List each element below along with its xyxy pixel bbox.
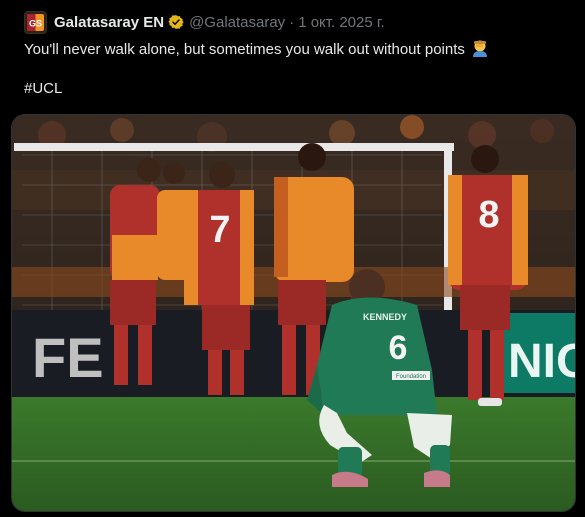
tweet-card[interactable]: GS Galatasaray EN @Galatasaray · 1 окт. … [0,0,585,517]
player-number-7: 7 [209,209,230,251]
player-number-8: 8 [478,194,499,236]
verified-badge-icon [168,14,184,30]
tweet-date[interactable]: 1 окт. 2025 г. [298,14,384,31]
author-name[interactable]: Galatasaray EN [54,14,164,31]
hashtag-link[interactable]: #UCL [24,80,62,97]
tweet-text: You'll never walk alone, but sometimes y… [24,39,573,60]
player-number-6: 6 [389,329,408,367]
sponsor-text: Foundation [396,374,426,380]
tweet-photo[interactable]: FE NIG 7 [11,114,576,512]
galatasaray-logo-icon[interactable]: GS [24,10,47,34]
header-separator: · [289,13,295,31]
match-photo: FE NIG 7 [12,115,576,511]
facepalm-emoji-icon [471,39,489,57]
ad-board-left-text: FE [32,326,104,389]
svg-text:GS: GS [29,18,42,28]
author-handle[interactable]: @Galatasaray [189,14,285,31]
tweet-text-line: You'll never walk alone, but sometimes y… [24,41,465,58]
pitch [12,397,575,511]
player-shirt-name: KENNEDY [363,312,407,322]
tweet-header: GS Galatasaray EN @Galatasaray · 1 окт. … [24,10,575,34]
ad-board-right-text: NIG [508,335,576,388]
